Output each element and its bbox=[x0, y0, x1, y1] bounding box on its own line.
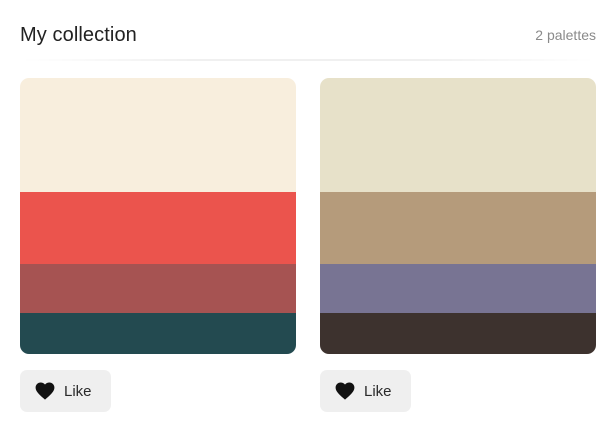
like-label: Like bbox=[64, 382, 92, 400]
color-swatch[interactable] bbox=[20, 264, 296, 313]
color-swatch[interactable] bbox=[320, 264, 596, 313]
heart-icon bbox=[335, 382, 355, 400]
collection-header: My collection 2 palettes bbox=[20, 22, 596, 48]
like-button[interactable]: Like bbox=[320, 370, 411, 412]
palette-swatches[interactable] bbox=[320, 78, 596, 354]
color-swatch[interactable] bbox=[20, 78, 296, 192]
palette-card-1: Like bbox=[20, 78, 296, 412]
like-button[interactable]: Like bbox=[20, 370, 111, 412]
color-swatch[interactable] bbox=[320, 313, 596, 354]
color-swatch[interactable] bbox=[320, 78, 596, 192]
like-label: Like bbox=[364, 382, 392, 400]
color-swatch[interactable] bbox=[20, 192, 296, 264]
heart-icon bbox=[35, 382, 55, 400]
header-divider bbox=[20, 59, 596, 61]
page-title: My collection bbox=[20, 23, 137, 46]
palette-card-2: Like bbox=[320, 78, 596, 412]
color-swatch[interactable] bbox=[20, 313, 296, 354]
palette-count: 2 palettes bbox=[535, 27, 596, 43]
color-swatch[interactable] bbox=[320, 192, 596, 264]
palette-swatches[interactable] bbox=[20, 78, 296, 354]
